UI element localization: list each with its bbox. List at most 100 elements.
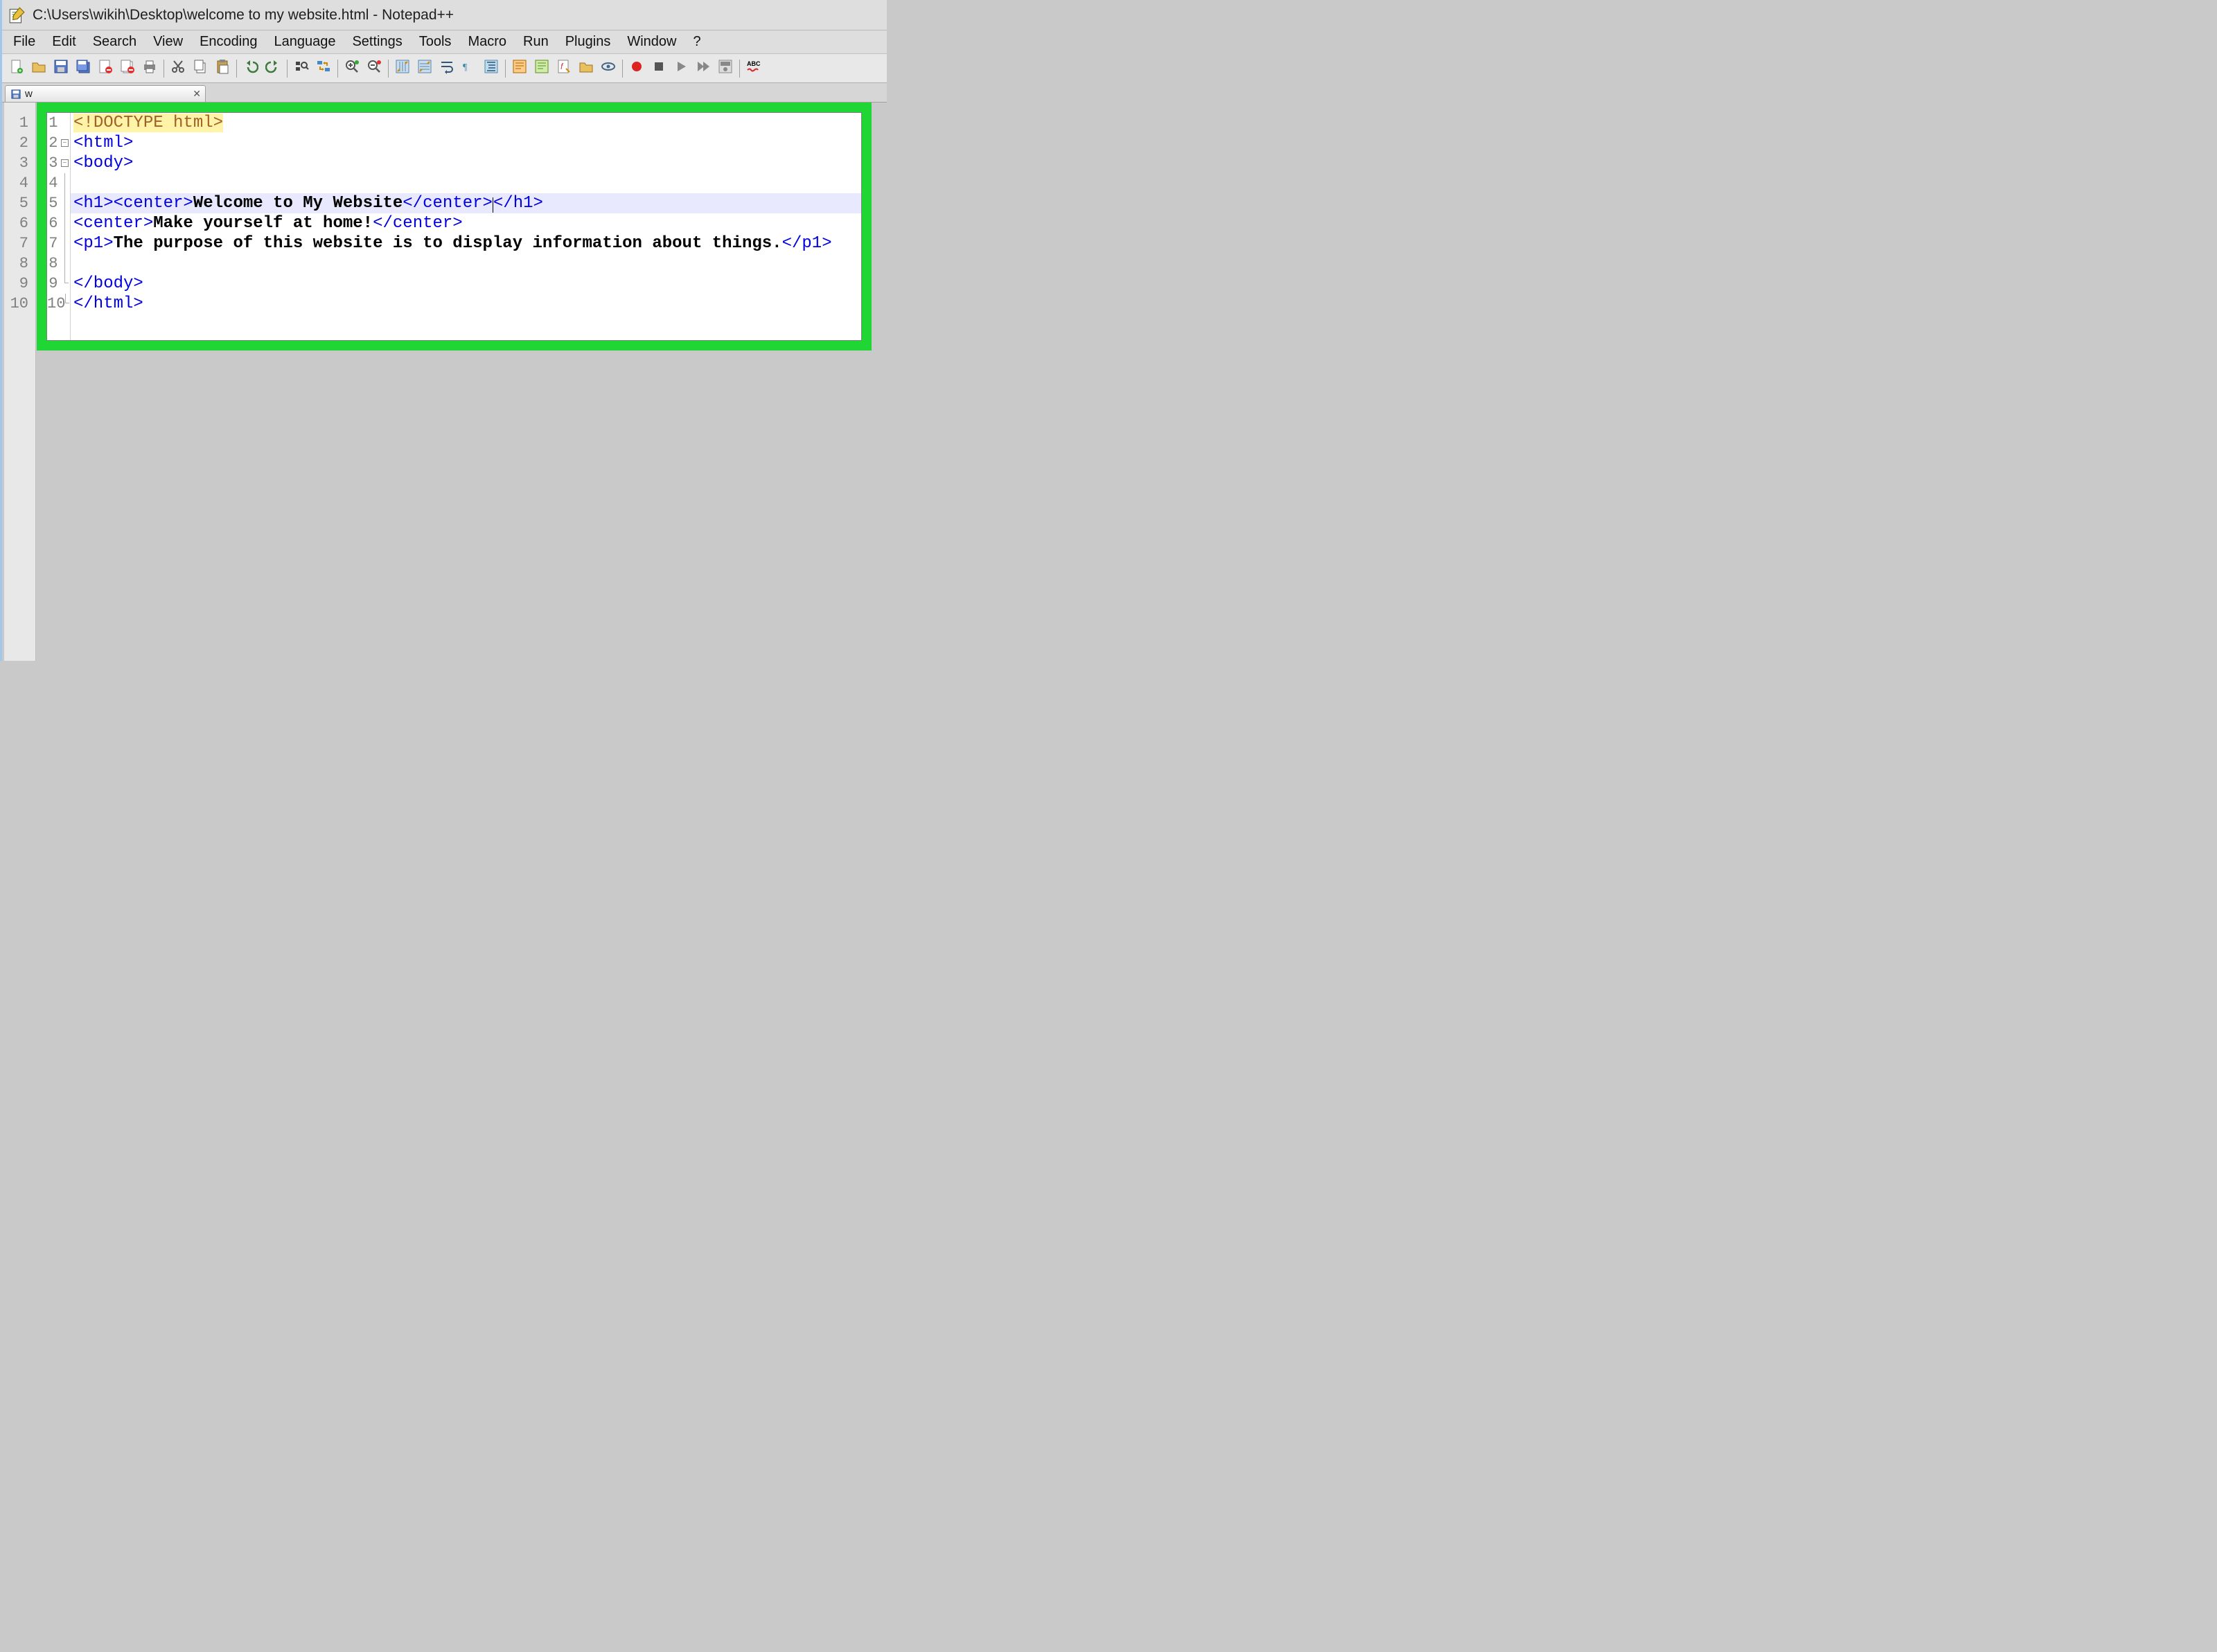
code-line[interactable]: <html>	[71, 133, 861, 153]
eye-button[interactable]	[598, 58, 619, 79]
close-icon	[98, 59, 113, 78]
cut-button[interactable]	[168, 58, 188, 79]
menu-search[interactable]: Search	[85, 31, 145, 53]
zoom-out-icon	[366, 59, 382, 78]
file-tab[interactable]: w ✕	[5, 85, 206, 102]
menu-file[interactable]: File	[5, 31, 44, 53]
print-icon	[142, 59, 157, 78]
line-number: 7	[47, 233, 60, 254]
line-number: 8	[47, 254, 60, 274]
play-multi-button[interactable]	[693, 58, 714, 79]
fold-toggle-icon[interactable]: −	[61, 139, 69, 147]
ide-1-button[interactable]	[509, 58, 530, 79]
word-wrap-icon	[439, 59, 454, 78]
menubar: FileEditSearchViewEncodingLanguageSettin…	[2, 30, 887, 54]
line-number: 4	[47, 173, 60, 193]
code-line[interactable]: <center>Make yourself at home!</center>	[71, 213, 861, 233]
sync-h-button[interactable]	[414, 58, 435, 79]
line-number: 9	[47, 274, 60, 294]
function-list-button[interactable]: f	[554, 58, 574, 79]
svg-text:ABC: ABC	[747, 60, 761, 67]
tab-close-icon[interactable]: ✕	[193, 88, 201, 100]
zoom-in-button[interactable]	[342, 58, 362, 79]
code-line[interactable]: <!DOCTYPE html>	[71, 113, 861, 133]
macro-save-button[interactable]	[715, 58, 736, 79]
window-title: C:\Users\wikih\Desktop\welcome to my web…	[33, 7, 454, 24]
menu-run[interactable]: Run	[515, 31, 557, 53]
code-content[interactable]: <!DOCTYPE html><html><body> <h1><center>W…	[71, 113, 861, 340]
code-line[interactable]: <p1>The purpose of this website is to di…	[71, 233, 861, 254]
app-window: C:\Users\wikih\Desktop\welcome to my web…	[0, 0, 887, 661]
open-file-button[interactable]	[28, 58, 49, 79]
paste-button[interactable]	[212, 58, 233, 79]
line-number-strip: 12345678910	[4, 103, 36, 661]
record-macro-button[interactable]	[626, 58, 647, 79]
sync-v-button[interactable]	[392, 58, 413, 79]
save-all-icon	[76, 59, 91, 78]
app-icon	[8, 6, 26, 24]
highlight-frame: 12−3−45678910 <!DOCTYPE html><html><body…	[37, 103, 872, 350]
menu-macro[interactable]: Macro	[459, 31, 515, 53]
tabstrip: w ✕	[2, 83, 887, 103]
function-list-icon: f	[556, 59, 572, 78]
zoom-in-icon	[344, 59, 360, 78]
code-line[interactable]: <body>	[71, 153, 861, 173]
find-button[interactable]	[291, 58, 312, 79]
code-line[interactable]	[71, 254, 861, 274]
menu-plugins[interactable]: Plugins	[557, 31, 619, 53]
menu-edit[interactable]: Edit	[44, 31, 84, 53]
find-replace-button[interactable]	[313, 58, 334, 79]
menu-help[interactable]: ?	[684, 31, 709, 53]
code-line[interactable]: <h1><center>Welcome to My Website</cente…	[71, 193, 861, 213]
cut-icon	[170, 59, 186, 78]
line-number: 2	[47, 133, 60, 153]
word-wrap-button[interactable]	[436, 58, 457, 79]
ide-2-icon	[534, 59, 549, 78]
macro-save-icon	[718, 59, 733, 78]
spellcheck-icon: ABC	[746, 59, 761, 78]
folder-icon	[578, 59, 594, 78]
close-all-button[interactable]	[117, 58, 138, 79]
print-button[interactable]	[139, 58, 160, 79]
save-button[interactable]	[51, 58, 71, 79]
open-file-icon	[31, 59, 46, 78]
menu-tools[interactable]: Tools	[411, 31, 460, 53]
menu-view[interactable]: View	[145, 31, 191, 53]
show-all-chars-button[interactable]: ¶	[459, 58, 479, 79]
undo-button[interactable]	[240, 58, 261, 79]
new-file-button[interactable]	[6, 58, 27, 79]
code-line[interactable]: </body>	[71, 274, 861, 294]
menu-language[interactable]: Language	[265, 31, 344, 53]
fold-toggle-icon[interactable]: −	[61, 159, 69, 167]
ide-1-icon	[512, 59, 527, 78]
close-all-icon	[120, 59, 135, 78]
zoom-out-button[interactable]	[364, 58, 385, 79]
editor-area: 12345678910 12−3−45678910 <!DOCTYPE html…	[2, 103, 887, 661]
menu-window[interactable]: Window	[619, 31, 684, 53]
menu-encoding[interactable]: Encoding	[191, 31, 265, 53]
sync-v-icon	[395, 59, 410, 78]
close-button[interactable]	[95, 58, 116, 79]
play-multi-icon	[696, 59, 711, 78]
folder-button[interactable]	[576, 58, 597, 79]
tab-label: w	[25, 88, 33, 100]
new-file-icon	[9, 59, 24, 78]
ide-2-button[interactable]	[531, 58, 552, 79]
redo-button[interactable]	[263, 58, 283, 79]
copy-icon	[193, 59, 208, 78]
copy-button[interactable]	[190, 58, 211, 79]
stop-macro-button[interactable]	[648, 58, 669, 79]
save-icon	[11, 89, 21, 99]
play-macro-button[interactable]	[671, 58, 691, 79]
indent-guide-button[interactable]	[481, 58, 502, 79]
code-line[interactable]	[71, 173, 861, 193]
code-editor[interactable]: 12−3−45678910 <!DOCTYPE html><html><body…	[46, 112, 862, 341]
line-number: 10	[47, 294, 60, 314]
code-line[interactable]: </html>	[71, 294, 861, 314]
save-all-button[interactable]	[73, 58, 94, 79]
menu-settings[interactable]: Settings	[344, 31, 410, 53]
save-icon	[53, 59, 69, 78]
line-number: 1	[47, 113, 60, 133]
spellcheck-button[interactable]: ABC	[743, 58, 764, 79]
sync-h-icon	[417, 59, 432, 78]
